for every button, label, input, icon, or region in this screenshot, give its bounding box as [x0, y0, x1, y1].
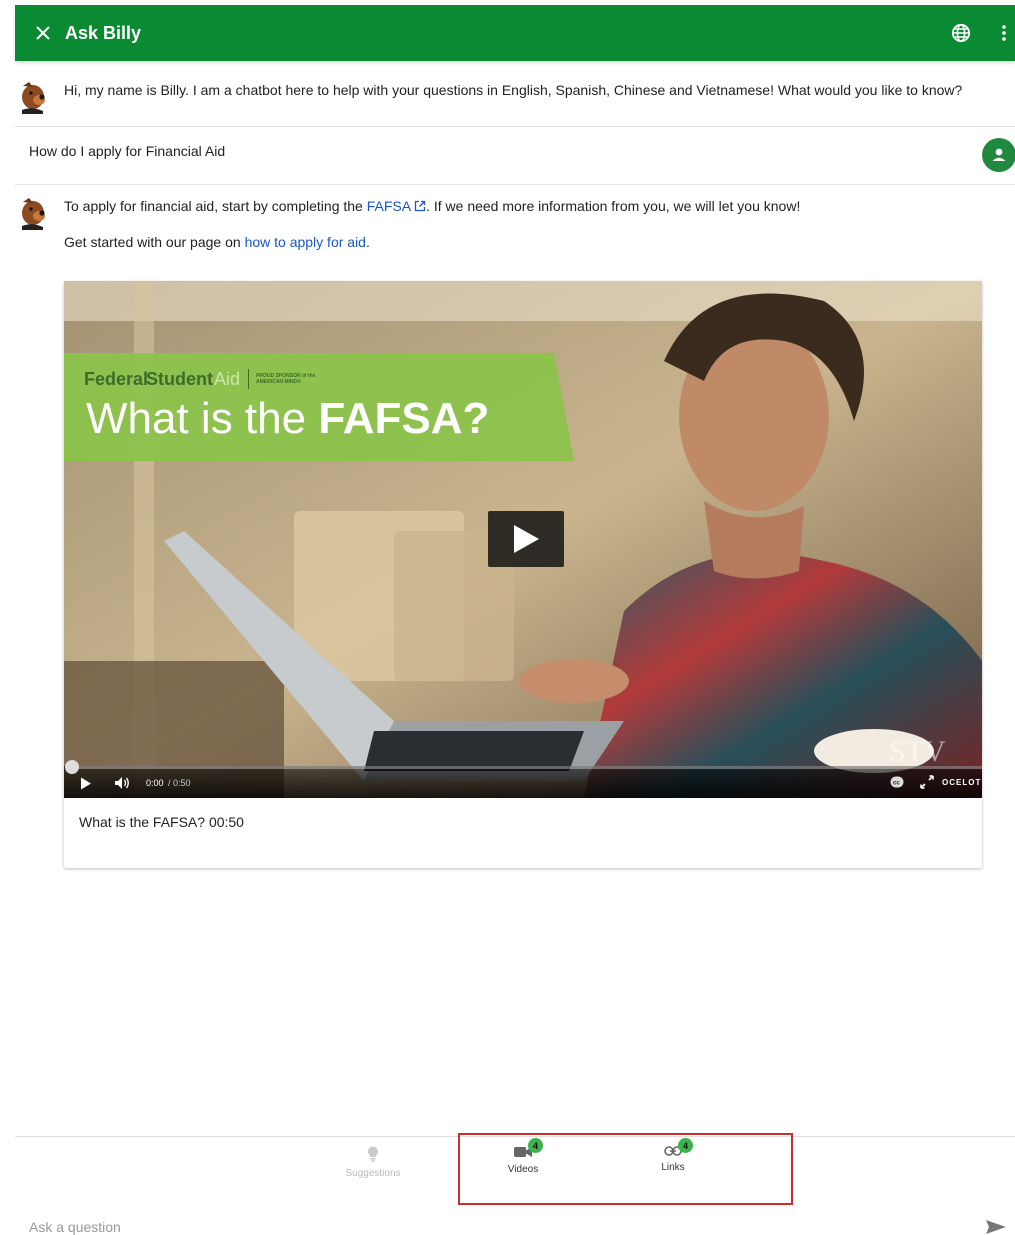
- close-icon: [36, 26, 50, 40]
- person-icon: [992, 148, 1006, 161]
- fsa-brand-aid: Aid: [214, 369, 240, 389]
- bot-greeting-message: Hi, my name is Billy. I am a chatbot her…: [64, 82, 963, 98]
- language-button[interactable]: [941, 13, 981, 53]
- ocelot-brand[interactable]: OCELOT: [942, 778, 981, 787]
- bot-reply-message: To apply for financial aid, start by com…: [64, 198, 800, 214]
- tab-suggestions-label: Suggestions: [345, 1168, 401, 1179]
- time-total: / 0:50: [168, 778, 191, 788]
- billy-avatar-icon: [16, 81, 48, 114]
- fsa-sponsor-text: PROUD SPONSOR of the AMERICAN MIND®: [256, 373, 316, 385]
- ask-question-input[interactable]: [29, 1218, 929, 1235]
- bot-followup-suffix: .: [365, 234, 370, 250]
- fafsa-link-label: FAFSA: [366, 198, 412, 214]
- message-divider: [15, 184, 1015, 185]
- external-link-icon: [414, 200, 426, 212]
- video-banner-title-prefix: What is the: [86, 394, 318, 443]
- bot-reply-prefix: To apply for financial aid, start by com…: [64, 198, 367, 214]
- bot-followup-message: Get started with our page on how to appl…: [64, 234, 370, 250]
- closed-captions-icon[interactable]: cc: [890, 776, 904, 788]
- user-avatar: [982, 138, 1015, 172]
- videos-count-badge: 4: [528, 1138, 543, 1153]
- globe-icon: [951, 23, 971, 43]
- billy-avatar-icon: [16, 197, 48, 230]
- links-count-badge: 4: [678, 1138, 693, 1153]
- play-icon: [514, 525, 539, 553]
- tab-videos-label: Videos: [507, 1164, 539, 1175]
- lightbulb-icon: [368, 1146, 378, 1162]
- more-vert-icon: [1002, 25, 1006, 41]
- svg-text:cc: cc: [893, 781, 900, 787]
- progress-track[interactable]: [65, 760, 982, 774]
- fafsa-link[interactable]: FAFSA: [367, 198, 426, 214]
- play-icon[interactable]: [80, 777, 92, 790]
- video-player[interactable]: Federal Student Aid PROUD SPONSOR of the…: [64, 281, 982, 798]
- close-button[interactable]: [15, 5, 71, 61]
- tab-suggestions[interactable]: Suggestions: [328, 1146, 418, 1190]
- how-to-apply-link[interactable]: how to apply for aid: [245, 234, 366, 250]
- progress-handle[interactable]: [65, 760, 79, 774]
- video-card: Federal Student Aid PROUD SPONSOR of the…: [64, 281, 982, 868]
- send-icon[interactable]: [985, 1219, 1007, 1235]
- fsa-brand-federal: Federal: [84, 369, 148, 389]
- video-banner-title-bold: FAFSA?: [318, 394, 489, 443]
- tab-links-label: Links: [661, 1162, 685, 1173]
- play-overlay-button[interactable]: [488, 511, 564, 567]
- bot-followup-prefix: Get started with our page on: [64, 234, 245, 250]
- chat-title: Ask Billy: [65, 22, 142, 43]
- message-divider: [15, 126, 1015, 127]
- tab-links[interactable]: 4 Links: [628, 1138, 718, 1190]
- video-caption: What is the FAFSA? 00:50: [79, 814, 244, 830]
- bot-reply-suffix: . If we need more information from you, …: [426, 198, 801, 214]
- time-current: 0:00: [146, 778, 164, 788]
- tab-videos[interactable]: 4 Videos: [478, 1138, 568, 1190]
- video-controls: 0:00 / 0:50 cc OCELOT: [64, 760, 982, 798]
- volume-icon[interactable]: [114, 776, 130, 790]
- fullscreen-icon[interactable]: [920, 775, 934, 789]
- more-options-button[interactable]: [993, 13, 1015, 53]
- chat-header: Ask Billy: [15, 5, 1015, 61]
- composer-divider: [15, 1136, 1015, 1137]
- stv-watermark: STV: [889, 735, 946, 768]
- fsa-brand-student: Student: [146, 369, 213, 389]
- video-banner-title: What is the FAFSA?: [86, 394, 489, 443]
- user-message: How do I apply for Financial Aid: [29, 143, 226, 159]
